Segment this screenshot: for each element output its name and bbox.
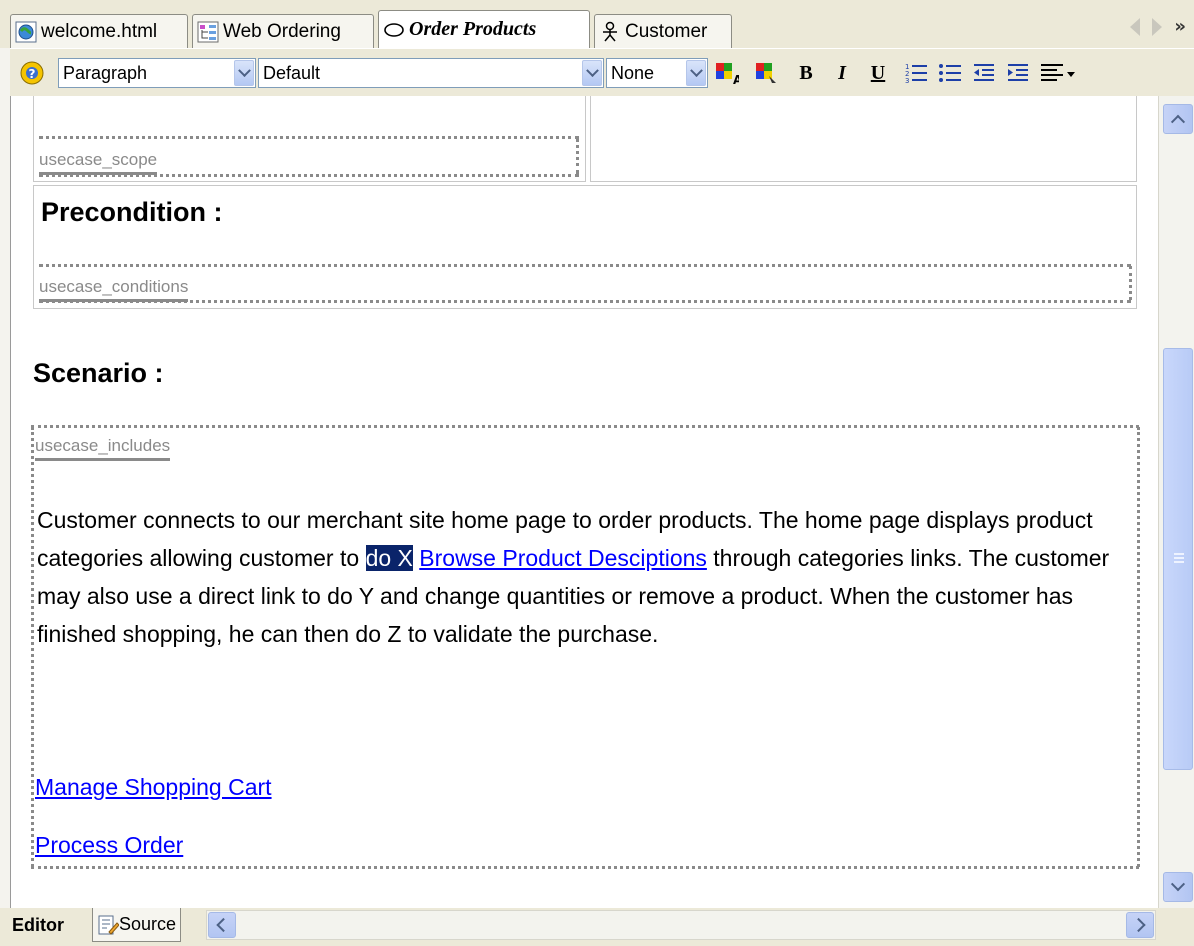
scope-field-tag: usecase_scope: [39, 150, 158, 175]
tab-editor[interactable]: Editor: [12, 908, 64, 942]
scrollbar-thumb[interactable]: [1163, 348, 1193, 770]
scroll-up-icon[interactable]: [1163, 104, 1193, 134]
tab-label: welcome.html: [41, 20, 158, 42]
field-border: [39, 300, 1131, 303]
diagram-icon: [197, 21, 219, 43]
svg-text:3: 3: [905, 77, 909, 85]
scroll-right-icon[interactable]: [1126, 912, 1154, 938]
svg-text:A: A: [733, 73, 739, 86]
chevron-down-icon[interactable]: [582, 60, 602, 86]
field-border: [31, 425, 1139, 428]
field-border: [31, 866, 1139, 869]
actor-icon: [599, 21, 621, 43]
tab-label: Order Products: [409, 18, 537, 40]
scenario-paragraph[interactable]: Customer connects to our merchant site h…: [37, 501, 1137, 653]
font-size-select[interactable]: None: [606, 58, 708, 88]
text-color-icon[interactable]: A: [712, 59, 740, 87]
grip-icon: [1174, 553, 1184, 563]
paragraph-style-value: Paragraph: [63, 62, 148, 83]
paragraph-style-select[interactable]: Paragraph: [58, 58, 256, 88]
conditions-field-tag: usecase_conditions: [39, 277, 189, 302]
chevron-down-icon[interactable]: [234, 60, 254, 86]
font-family-select[interactable]: Default: [258, 58, 604, 88]
includes-field-tag: usecase_includes: [35, 436, 171, 461]
tab-welcome-html[interactable]: welcome.html: [10, 14, 188, 48]
selected-text[interactable]: do X: [365, 545, 413, 571]
scroll-tabs-left-icon[interactable]: [1130, 18, 1141, 36]
indent-icon[interactable]: [1004, 59, 1032, 87]
tab-order-products[interactable]: Order Products: [378, 10, 590, 48]
vertical-scrollbar[interactable]: [1158, 96, 1194, 908]
tab-label: Customer: [625, 20, 708, 42]
process-order-link[interactable]: Process Order: [35, 832, 183, 859]
scope-side-cell: [590, 96, 1137, 182]
scroll-down-icon[interactable]: [1163, 872, 1193, 902]
field-border: [1137, 427, 1140, 867]
horizontal-scrollbar[interactable]: [206, 910, 1156, 940]
scope-field-label: usecase_scope: [39, 150, 158, 169]
field-border: [1129, 266, 1132, 300]
usecase-oval-icon: [383, 19, 405, 41]
conditions-field-label: usecase_conditions: [39, 277, 189, 296]
browse-product-descriptions-link[interactable]: Browse Product Desciptions: [419, 545, 707, 571]
field-border: [39, 136, 579, 139]
font-family-value: Default: [263, 62, 321, 83]
svg-text:?: ?: [29, 67, 36, 81]
precondition-heading: Precondition :: [41, 197, 223, 227]
field-border: [576, 138, 579, 174]
tab-web-ordering[interactable]: Web Ordering: [192, 14, 374, 48]
editor-canvas[interactable]: usecase_scope Precondition : usecase_con…: [10, 96, 1158, 908]
outdent-icon[interactable]: [970, 59, 998, 87]
globe-page-icon: [15, 21, 37, 43]
italic-button[interactable]: I: [828, 59, 856, 87]
tab-source-label: Source: [119, 914, 177, 934]
tab-label: Web Ordering: [223, 20, 341, 42]
tab-customer[interactable]: Customer: [594, 14, 732, 48]
highlight-color-icon[interactable]: [752, 59, 780, 87]
align-dropdown-icon[interactable]: [1038, 59, 1078, 87]
source-edit-icon: [98, 915, 119, 935]
corner-resize: [1158, 908, 1194, 946]
scenario-heading: Scenario :: [33, 358, 164, 388]
scroll-left-icon[interactable]: [208, 912, 236, 938]
editor-bottom-bar: Editor Source: [0, 908, 1194, 946]
field-border: [31, 427, 34, 867]
font-size-value: None: [611, 62, 655, 83]
manage-shopping-cart-link[interactable]: Manage Shopping Cart: [35, 774, 272, 801]
tab-overflow-chevron-icon[interactable]: »: [1174, 18, 1186, 36]
includes-field-label: usecase_includes: [35, 436, 171, 455]
tab-source[interactable]: Source: [92, 908, 182, 942]
formatting-toolbar: ? Paragraph Default None A B I U 123: [10, 48, 1194, 96]
help-icon[interactable]: ?: [18, 59, 46, 87]
document-tab-strip: welcome.html Web Ordering Order Products…: [0, 0, 1194, 48]
field-border: [39, 264, 1131, 267]
chevron-down-icon[interactable]: [686, 60, 706, 86]
underline-button[interactable]: U: [864, 59, 892, 87]
bold-button[interactable]: B: [792, 59, 820, 87]
bullet-list-icon[interactable]: [936, 59, 964, 87]
scroll-tabs-right-icon[interactable]: [1152, 18, 1163, 36]
numbered-list-icon[interactable]: 123: [902, 59, 930, 87]
tab-navigation: »: [1130, 18, 1186, 36]
